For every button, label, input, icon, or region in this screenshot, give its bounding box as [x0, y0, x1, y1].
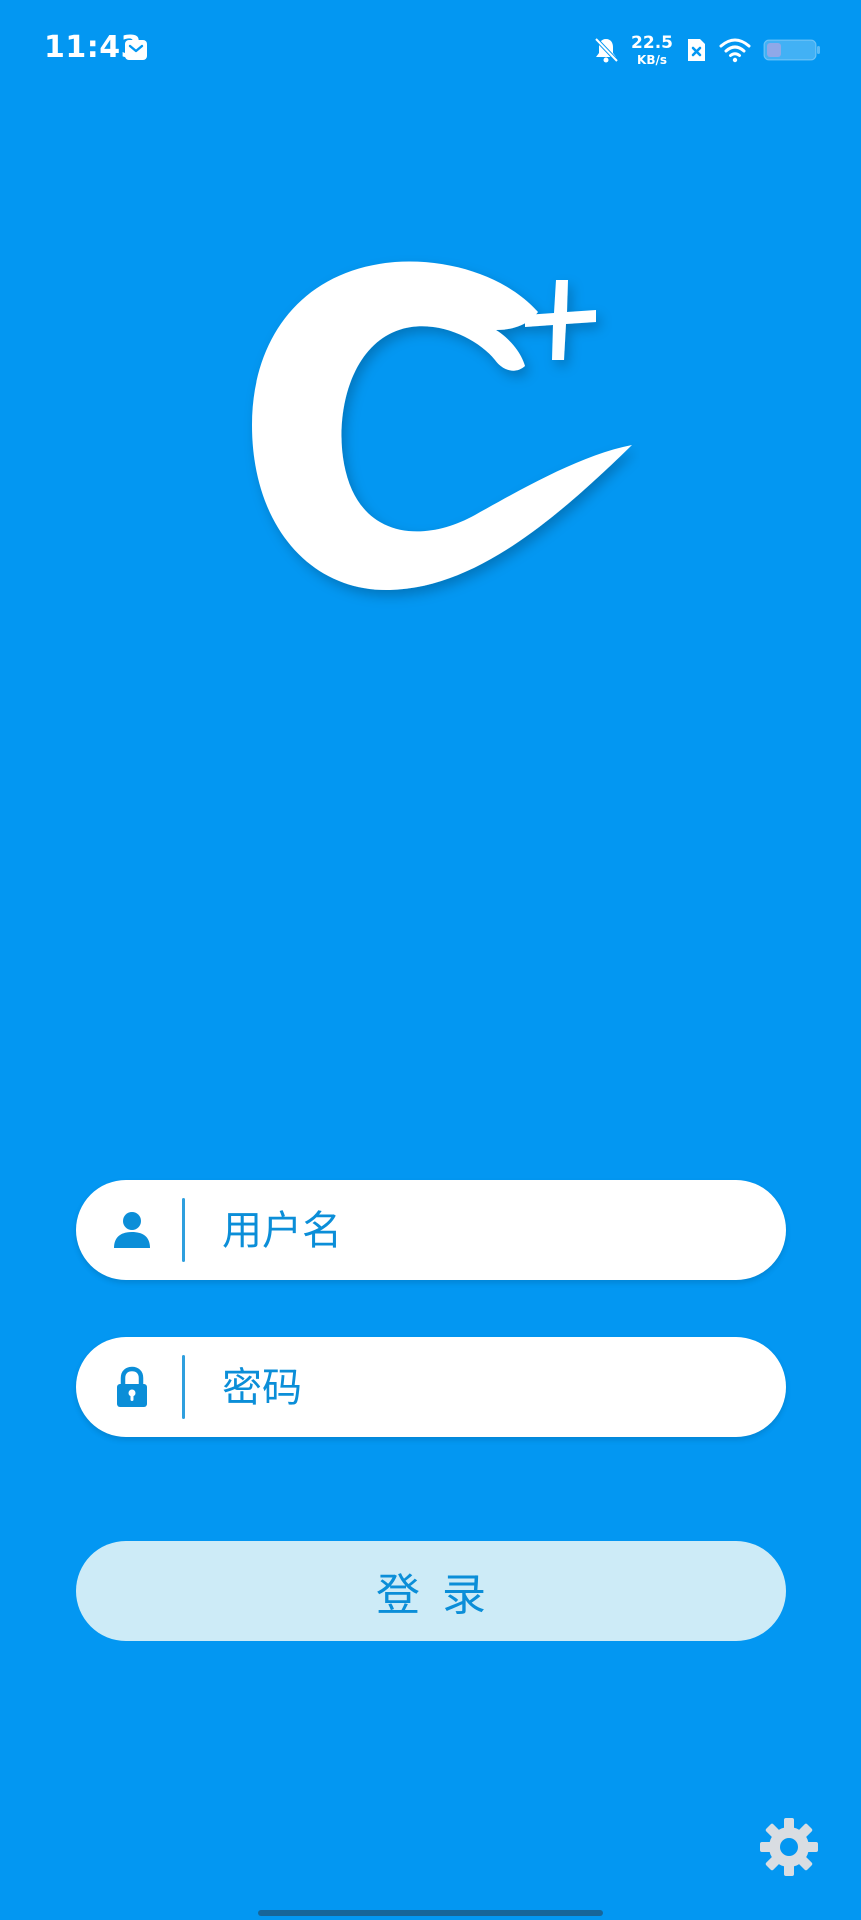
username-input[interactable] [220, 1180, 744, 1282]
c-plus-logo [252, 261, 632, 591]
password-input[interactable] [220, 1337, 744, 1439]
bell-muted-icon [594, 37, 619, 63]
wifi-icon [719, 38, 751, 63]
home-indicator[interactable] [258, 1910, 603, 1916]
net-speed-unit: KB/s [637, 52, 668, 67]
lock-icon [117, 1366, 147, 1407]
gear-icon[interactable] [758, 1816, 820, 1878]
status-bar: 11:43 22.5 KB/s [0, 0, 861, 100]
password-field[interactable] [76, 1337, 786, 1439]
field-divider [182, 1355, 185, 1419]
login-button[interactable]: 登录 [76, 1541, 786, 1641]
net-speed-value: 22.5 [631, 32, 673, 53]
message-icon [125, 40, 147, 60]
username-field[interactable] [76, 1180, 786, 1282]
user-icon [114, 1212, 150, 1248]
sim-off-icon [688, 39, 705, 61]
network-speed: 22.5 KB/s [631, 32, 673, 67]
field-divider [182, 1198, 185, 1262]
status-icons: 22.5 KB/s [593, 30, 821, 70]
battery-icon [763, 39, 820, 61]
